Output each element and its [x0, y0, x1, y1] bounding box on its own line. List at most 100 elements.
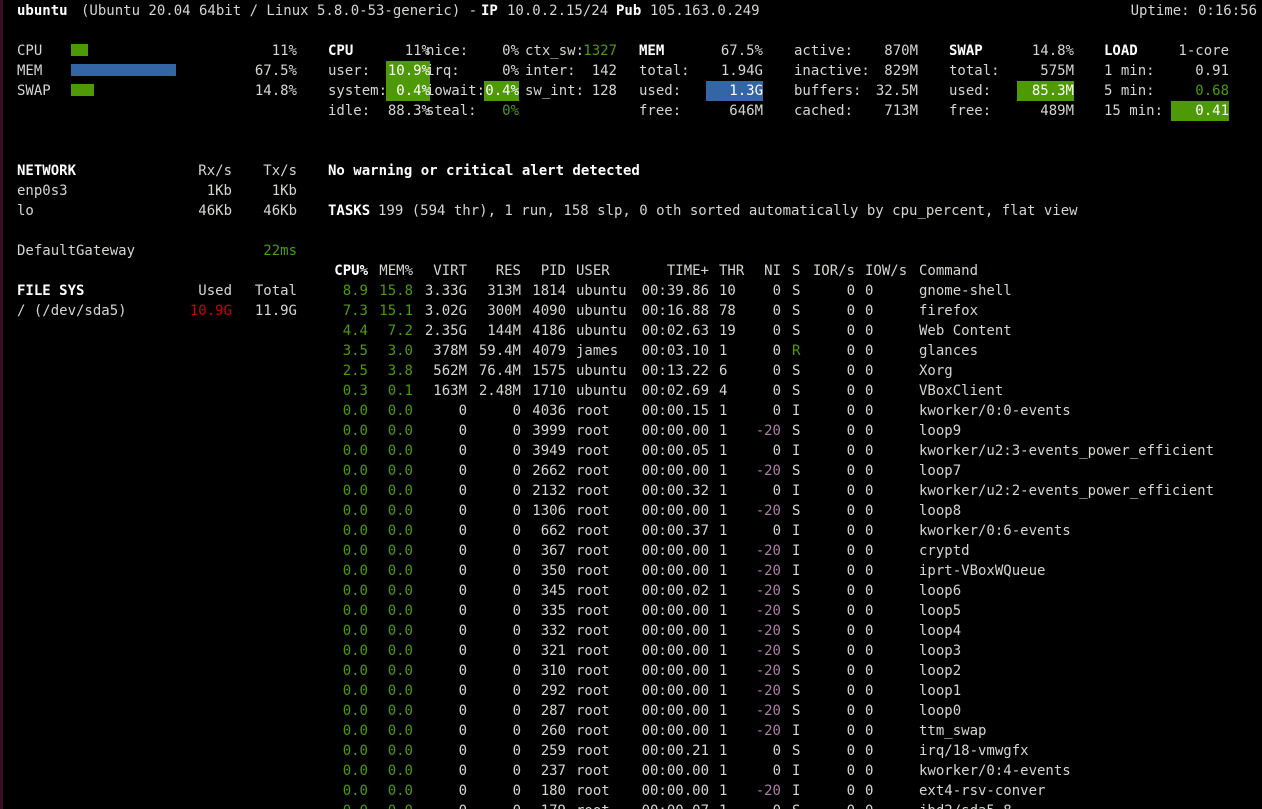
network-interface-rx: 1Kb: [206, 183, 232, 199]
process-user: root: [576, 603, 610, 619]
process-cpu-percent: 0.0: [342, 483, 368, 499]
process-status: S: [792, 363, 801, 379]
process-command: loop2: [919, 663, 962, 679]
process-nice: -20: [755, 783, 781, 799]
process-virt: 0: [458, 663, 467, 679]
process-res: 0: [512, 503, 521, 519]
process-cpu-percent: 0.0: [342, 623, 368, 639]
process-threads: 1: [719, 623, 728, 639]
process-io-write: 0: [865, 423, 874, 439]
process-io-read: 0: [846, 563, 855, 579]
process-io-read: 0: [846, 643, 855, 659]
load-15min-value: 0.41: [1171, 101, 1229, 121]
process-cpu-percent: 0.0: [342, 543, 368, 559]
cpu-idle-label: idle:: [328, 103, 371, 119]
process-threads: 1: [719, 423, 728, 439]
mem-cached-value: 713M: [884, 103, 918, 119]
process-io-write: 0: [865, 323, 874, 339]
process-time: 00:00.00: [641, 543, 709, 559]
cpu-irq-label: irq:: [426, 63, 460, 79]
process-io-write: 0: [865, 683, 874, 699]
process-threads: 1: [719, 723, 728, 739]
process-pid: 179: [524, 801, 566, 809]
process-pid: 367: [540, 543, 566, 559]
process-mem-percent: 0.0: [387, 503, 413, 519]
process-mem-percent: 0.0: [387, 703, 413, 719]
process-io-read: 0: [846, 523, 855, 539]
process-command: firefox: [919, 303, 979, 319]
process-pid: 1575: [532, 363, 566, 379]
process-time: 00:39.86: [641, 283, 709, 299]
process-mem-percent: 0.0: [387, 483, 413, 499]
process-threads: 1: [719, 523, 728, 539]
process-res: 0: [512, 463, 521, 479]
cpu-ctx-sw-label: ctx_sw:: [525, 43, 585, 59]
quicklook-cpu-value: 11%: [271, 43, 297, 59]
process-nice: -20: [755, 463, 781, 479]
process-virt: 0: [458, 423, 467, 439]
cpu-idle-value: 88.3%: [387, 103, 430, 119]
network-interface-name: enp0s3: [17, 183, 68, 199]
process-cpu-percent: 0.0: [342, 463, 368, 479]
swap-free-value: 489M: [1040, 103, 1074, 119]
process-virt: 3.02G: [424, 303, 467, 319]
network-rx-header: Rx/s: [198, 163, 232, 179]
process-mem-percent: 0.0: [387, 583, 413, 599]
process-virt: 2.35G: [424, 323, 467, 339]
process-time: 00:03.10: [641, 343, 709, 359]
process-nice: 0: [772, 443, 781, 459]
mem-free-value: 646M: [729, 103, 763, 119]
process-nice: -20: [755, 423, 781, 439]
mem-active-value: 870M: [884, 43, 918, 59]
process-status: I: [792, 763, 801, 779]
swap-total-label: total:: [949, 63, 1000, 79]
process-pid: 1710: [532, 383, 566, 399]
mem-free-label: free:: [639, 103, 682, 119]
process-io-read: 0: [806, 801, 855, 809]
process-nice: 0: [772, 343, 781, 359]
process-io-read: 0: [846, 503, 855, 519]
network-interface-tx: 46Kb: [263, 203, 297, 219]
process-io-write: 0: [865, 583, 874, 599]
process-time: 00:00.00: [641, 663, 709, 679]
process-io-read: 0: [846, 743, 855, 759]
process-time: 00:13.22: [641, 363, 709, 379]
process-io-write: 0: [865, 543, 874, 559]
process-io-write: 0: [865, 563, 874, 579]
process-io-read: 0: [846, 763, 855, 779]
process-user: root: [576, 663, 610, 679]
process-status: S: [792, 503, 801, 519]
load-5min-label: 5 min:: [1104, 83, 1155, 99]
process-command: loop6: [919, 583, 962, 599]
process-io-write: 0: [865, 723, 874, 739]
process-res: 144M: [487, 323, 521, 339]
process-virt: 0: [458, 523, 467, 539]
process-io-read: 0: [846, 443, 855, 459]
process-cpu-percent: 0.0: [342, 763, 368, 779]
process-io-write: 0: [865, 603, 874, 619]
process-io-write: 0: [865, 303, 874, 319]
network-interface-rx: 46Kb: [198, 203, 232, 219]
process-res: 0: [512, 623, 521, 639]
mem-percent: 67.5%: [720, 43, 763, 59]
process-user: root: [576, 683, 610, 699]
process-cpu-percent: 0.0: [342, 403, 368, 419]
process-threads: 1: [719, 663, 728, 679]
process-time: 00:00.15: [641, 403, 709, 419]
process-status: S: [792, 583, 801, 599]
process-res: 0: [512, 643, 521, 659]
column-virt: VIRT: [433, 263, 467, 279]
process-mem-percent: 0.0: [387, 783, 413, 799]
process-virt: 0: [458, 783, 467, 799]
process-virt: 0: [458, 503, 467, 519]
process-command: ttm_swap: [919, 723, 987, 739]
process-io-read: 0: [846, 623, 855, 639]
ip-address: 10.0.2.15/24: [507, 3, 609, 19]
process-nice: 0: [772, 283, 781, 299]
ip-label: IP: [481, 3, 498, 19]
process-res: 59.4M: [478, 343, 521, 359]
process-time: 00:00.07: [636, 801, 709, 809]
process-virt: 0: [458, 403, 467, 419]
process-time: 00:00.37: [641, 523, 709, 539]
process-pid: 260: [540, 723, 566, 739]
